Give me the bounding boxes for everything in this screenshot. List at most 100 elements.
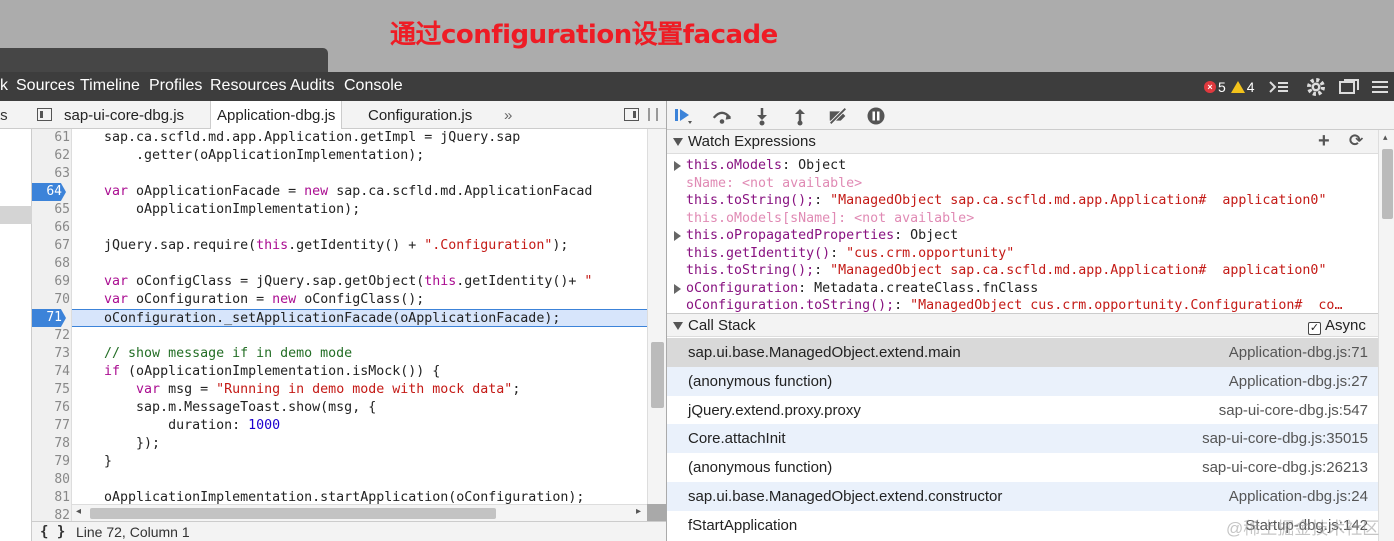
line-number[interactable]: 79 — [32, 453, 70, 471]
toggle-navigator-icon[interactable] — [37, 108, 52, 121]
browser-tab-strip — [0, 48, 328, 72]
watch-expression[interactable]: this.toString();: "ManagedObject sap.ca.… — [686, 192, 1326, 210]
scroll-thumb[interactable] — [651, 342, 664, 408]
editor-horizontal-scrollbar[interactable]: ◂ ▸ — [72, 504, 647, 521]
editor-vertical-scrollbar[interactable] — [647, 129, 666, 504]
watch-expression[interactable]: this.oPropagatedProperties: Object — [686, 227, 958, 245]
watch-expression[interactable]: sName: <not available> — [686, 175, 862, 193]
expand-arrow-icon[interactable] — [674, 283, 681, 294]
call-frame[interactable]: jQuery.extend.proxy.proxy sap-ui-core-dbg… — [667, 396, 1378, 425]
navigator-selected-item[interactable] — [0, 206, 32, 224]
code-line: .getter(oApplicationImplementation); — [72, 148, 425, 163]
gear-icon[interactable] — [1305, 76, 1327, 98]
line-number[interactable]: 78 — [32, 435, 70, 453]
breakpoint-marker[interactable]: 71 — [32, 309, 66, 327]
call-frame-location[interactable]: sap-ui-core-dbg.js:547 — [1219, 396, 1368, 425]
tab-sources[interactable]: Sources — [16, 77, 75, 95]
sidebar-scrollbar[interactable]: ▴ — [1378, 130, 1394, 541]
watch-expression[interactable]: this.oModels[sName]: <not available> — [686, 210, 974, 228]
call-frame[interactable]: Core.attachInit sap-ui-core-dbg.js:35015 — [667, 424, 1378, 454]
scroll-thumb[interactable] — [1382, 149, 1393, 219]
pretty-print-button[interactable]: { } — [40, 524, 65, 540]
async-toggle[interactable]: ✓ Async — [1308, 317, 1366, 335]
call-frame-location[interactable]: Application-dbg.js:71 — [1229, 338, 1368, 367]
line-number[interactable]: 73 — [32, 345, 70, 363]
tab-timeline[interactable]: Timeline — [80, 77, 140, 95]
breakpoint-marker[interactable]: 64 — [32, 183, 66, 201]
call-frame-location[interactable]: sap-ui-core-dbg.js:35015 — [1202, 424, 1368, 453]
line-number[interactable]: 77 — [32, 417, 70, 435]
editor-tab-sap-ui-core[interactable]: sap-ui-core-dbg.js — [64, 101, 184, 129]
call-frame[interactable]: (anonymous function) sap-ui-core-dbg.js:2… — [667, 453, 1378, 482]
line-number[interactable]: 74 — [32, 363, 70, 381]
annotation-text: 通过configuration设置facade — [390, 20, 778, 50]
cursor-position: Line 72, Column 1 — [76, 524, 190, 540]
resume-icon[interactable] — [673, 105, 695, 127]
line-number[interactable]: 75 — [32, 381, 70, 399]
tab-audits[interactable]: Audits — [290, 77, 334, 95]
code-line: // show message if in demo mode — [72, 346, 353, 361]
watch-expression[interactable]: this.toString();: "ManagedObject sap.ca.… — [686, 262, 1326, 280]
dock-icon[interactable] — [1338, 76, 1360, 98]
add-icon[interactable]: + — [1318, 130, 1330, 153]
call-stack-header[interactable]: Call Stack ✓ Async — [667, 313, 1378, 337]
scroll-thumb[interactable] — [90, 508, 496, 519]
line-number[interactable]: 61 — [32, 129, 70, 147]
line-number[interactable]: 65 — [32, 201, 70, 219]
more-tabs-button[interactable]: » — [504, 101, 512, 129]
line-number-gutter[interactable]: 61 62 63 64 65 66 67 68 69 70 71 72 73 74 75 76 77 78 79 80… — [32, 129, 72, 523]
call-frame[interactable]: sap.ui.base.ManagedObject.extend.constru… — [667, 482, 1378, 511]
call-frame-location[interactable]: sap-ui-core-dbg.js:26213 — [1202, 453, 1368, 482]
call-frame[interactable]: (anonymous function) Application-dbg.js:2… — [667, 366, 1378, 396]
line-number[interactable]: 67 — [32, 237, 70, 255]
tab-console[interactable]: Console — [344, 77, 403, 95]
pause-on-exceptions-icon[interactable] — [865, 105, 887, 127]
line-number[interactable]: 72 — [32, 327, 70, 345]
refresh-icon[interactable]: ⟳ — [1349, 131, 1363, 151]
expand-arrow-icon[interactable] — [674, 231, 681, 241]
watch-expression[interactable]: oConfiguration.toString();: "ManagedObje… — [686, 297, 1342, 313]
line-number[interactable]: 81 — [32, 489, 70, 507]
deactivate-breakpoints-icon[interactable] — [827, 105, 849, 127]
editor-status-bar: { } Line 72, Column 1 — [32, 521, 666, 541]
expand-arrow-icon[interactable] — [674, 161, 681, 171]
code-editor[interactable]: sap.ca.scfld.md.app.Application.getImpl … — [72, 129, 647, 504]
line-number[interactable]: 66 — [32, 219, 70, 237]
splitter-icon[interactable] — [648, 108, 658, 121]
scroll-left-icon[interactable]: ◂ — [76, 506, 81, 517]
step-over-icon[interactable] — [711, 105, 733, 127]
call-frame-function: jQuery.extend.proxy.proxy — [688, 401, 861, 419]
line-number[interactable]: 62 — [32, 147, 70, 165]
watch-expressions-header[interactable]: Watch Expressions + ⟳ — [667, 130, 1378, 154]
line-number[interactable]: 69 — [32, 273, 70, 291]
async-checkbox[interactable]: ✓ — [1308, 322, 1321, 335]
scroll-up-icon[interactable]: ▴ — [1383, 132, 1388, 143]
line-number[interactable]: 68 — [32, 255, 70, 273]
line-number[interactable]: 63 — [32, 165, 70, 183]
editor-tab-application[interactable]: Application-dbg.js — [210, 101, 343, 130]
step-out-icon[interactable] — [789, 105, 811, 127]
tab-profiles[interactable]: Profiles — [149, 77, 202, 95]
call-frame[interactable]: sap.ui.base.ManagedObject.extend.main App… — [667, 338, 1378, 367]
call-frame-location[interactable]: Application-dbg.js:24 — [1229, 482, 1368, 511]
error-counter[interactable]: × 5 4 — [1204, 76, 1255, 98]
step-into-icon[interactable] — [751, 105, 773, 127]
watch-expression[interactable]: this.oModels: Object — [686, 157, 846, 175]
toggle-debugger-icon[interactable] — [624, 108, 639, 121]
collapse-icon — [673, 322, 683, 330]
line-number[interactable]: 70 — [32, 291, 70, 309]
watch-expression[interactable]: oConfiguration: Metadata.createClass.fnC… — [686, 280, 1038, 298]
watch-expression[interactable]: this.getIdentity(): "cus.crm.opportunity… — [686, 245, 1014, 263]
tab-elements-partial[interactable]: k — [0, 77, 8, 95]
editor-tab-configuration[interactable]: Configuration.js — [368, 101, 472, 129]
line-number[interactable]: 76 — [32, 399, 70, 417]
more-icon[interactable] — [1370, 76, 1390, 98]
tab-resources[interactable]: Resources — [210, 77, 286, 95]
execute-icon[interactable] — [1268, 76, 1290, 98]
scroll-right-icon[interactable]: ▸ — [636, 506, 641, 517]
call-frame-location[interactable]: Application-dbg.js:27 — [1229, 367, 1368, 396]
line-number[interactable]: 80 — [32, 471, 70, 489]
navigator-header: ts — [0, 101, 32, 129]
